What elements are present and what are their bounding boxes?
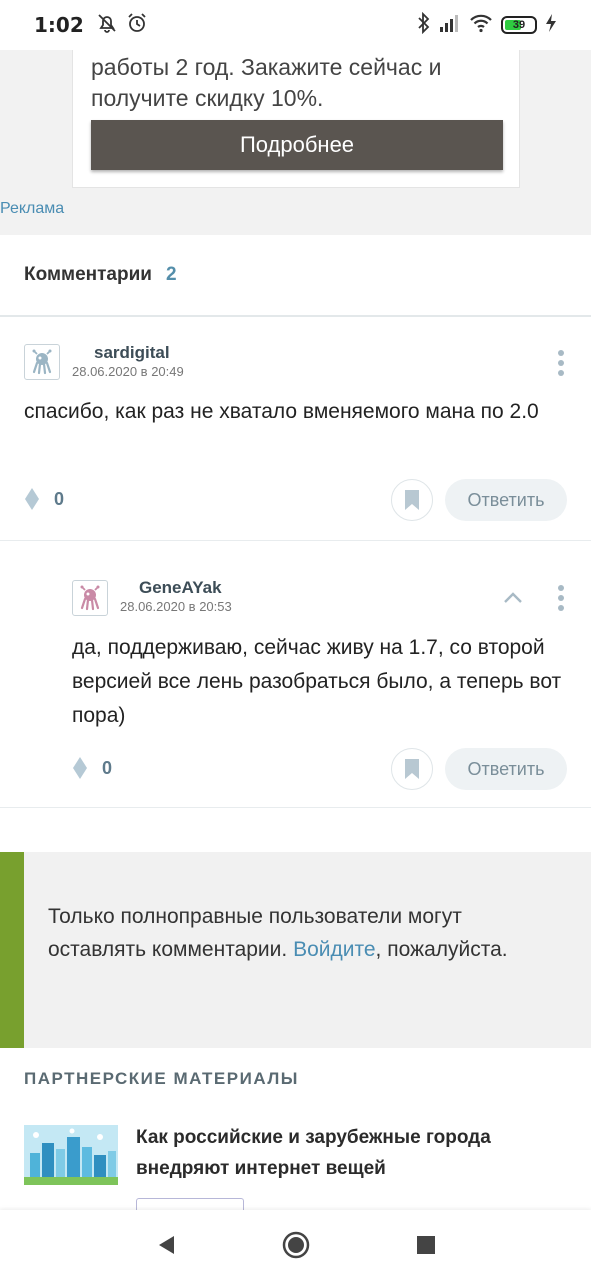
partner-thumbnail[interactable] <box>24 1125 118 1185</box>
comment-username[interactable]: sardigital <box>94 343 170 363</box>
alarm-icon <box>126 12 148 39</box>
comments-title: Комментарии <box>24 264 152 285</box>
bookmark-button[interactable] <box>391 479 433 521</box>
ad-label[interactable]: Реклама <box>0 200 64 218</box>
avatar[interactable] <box>72 580 108 616</box>
back-button[interactable] <box>151 1230 181 1260</box>
comment-text: да, поддерживаю, сейчас живу на 1.7, со … <box>72 636 562 727</box>
login-link[interactable]: Войдите <box>293 938 375 961</box>
ad-details-button[interactable]: Подробнее <box>91 120 503 170</box>
vote-diamond-icon <box>73 757 87 779</box>
reply-button[interactable]: Ответить <box>445 479 567 521</box>
status-bar: 1:02 39 <box>0 0 591 50</box>
ad-card[interactable]: работы 2 год. Закажите сейчас и получите… <box>72 50 520 188</box>
vote-diamond-icon <box>25 488 39 510</box>
comment-reply: GeneAYak 28.06.2020 в 20:53 да, поддержи… <box>0 560 591 808</box>
charging-icon <box>545 13 557 38</box>
ad-area: работы 2 год. Закажите сейчас и получите… <box>0 50 591 235</box>
battery-indicator: 39 <box>501 16 537 34</box>
comments-count: 2 <box>165 264 177 285</box>
signal-icon <box>439 13 461 38</box>
login-notice: Только полноправные пользователи могут о… <box>0 852 591 1048</box>
reply-button[interactable]: Ответить <box>445 748 567 790</box>
robot-avatar-icon <box>32 349 52 375</box>
comment-datetime[interactable]: 28.06.2020 в 20:49 <box>72 364 184 379</box>
login-notice-text: Только полноправные пользователи могут о… <box>48 905 508 961</box>
mute-notifications-icon <box>96 12 118 39</box>
wifi-icon <box>469 13 493 38</box>
vote-control[interactable]: 0 <box>24 487 64 511</box>
comment-datetime[interactable]: 28.06.2020 в 20:53 <box>120 599 232 614</box>
comment-text: спасибо, как раз не хватало вменяемого м… <box>24 400 539 423</box>
comment: sardigital 28.06.2020 в 20:49 спасибо, к… <box>0 319 591 541</box>
avatar[interactable] <box>24 344 60 380</box>
more-options-icon[interactable] <box>553 343 569 383</box>
chevron-up-icon[interactable] <box>501 586 525 610</box>
ad-text: работы 2 год. Закажите сейчас и получите… <box>91 54 442 111</box>
bookmark-icon <box>405 759 419 779</box>
city-illustration-icon <box>24 1125 118 1185</box>
robot-avatar-icon <box>80 585 100 611</box>
recents-button[interactable] <box>411 1230 441 1260</box>
partner-article-title[interactable]: Как российские и зарубежные города внедр… <box>136 1122 536 1184</box>
partners-title: ПАРТНЕРСКИЕ МАТЕРИАЛЫ <box>24 1069 299 1088</box>
recents-square-icon <box>416 1236 435 1254</box>
bluetooth-icon <box>417 11 431 39</box>
status-time: 1:02 <box>34 13 84 37</box>
more-options-icon[interactable] <box>553 578 569 618</box>
comments-header: Комментарии 2 <box>0 235 591 317</box>
home-button[interactable] <box>281 1230 311 1260</box>
bookmark-button[interactable] <box>391 748 433 790</box>
home-circle-icon <box>282 1231 309 1259</box>
vote-count: 0 <box>102 757 113 778</box>
system-nav-bar <box>0 1210 591 1280</box>
notice-accent-bar <box>0 852 24 1048</box>
back-triangle-icon <box>158 1236 174 1254</box>
comment-username[interactable]: GeneAYak <box>139 578 222 598</box>
bookmark-icon <box>405 490 419 510</box>
vote-control[interactable]: 0 <box>72 756 112 780</box>
vote-count: 0 <box>54 488 65 509</box>
